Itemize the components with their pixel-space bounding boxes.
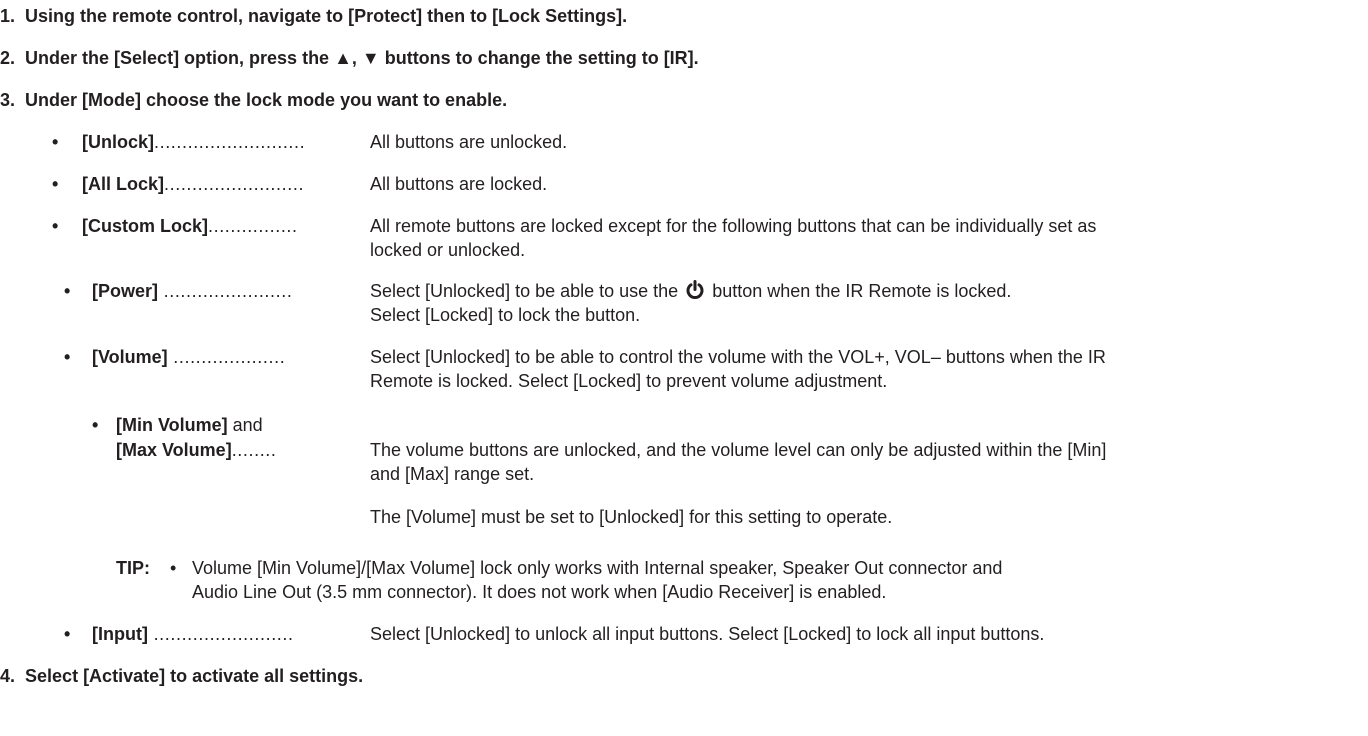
option-min-volume-term: [Min Volume] and: [116, 415, 263, 435]
mode-custom-lock-desc-1: All remote buttons are locked except for…: [370, 216, 1097, 236]
tip-bullet: •: [170, 558, 177, 578]
tip-label: TIP:: [116, 558, 150, 578]
mode-unlock-term: [Unlock]...........................: [82, 132, 306, 152]
bullet-min-max-volume: •: [92, 415, 99, 435]
step-4: 4. Select [Activate] to activate all set…: [0, 666, 364, 686]
option-power-desc-2: Select [Locked] to lock the button.: [370, 305, 641, 325]
bullet-power: •: [64, 281, 71, 301]
bullet-input: •: [64, 624, 71, 644]
bullet-all-lock: •: [52, 174, 59, 194]
option-min-max-desc-1: The volume buttons are unlocked, and the…: [370, 440, 1107, 460]
power-icon: [685, 280, 705, 306]
tip-text-1: Volume [Min Volume]/[Max Volume] lock on…: [192, 558, 1003, 578]
bullet-volume: •: [64, 347, 71, 367]
tip-text-2: Audio Line Out (3.5 mm connector). It do…: [192, 582, 887, 602]
option-volume-desc-1: Select [Unlocked] to be able to control …: [370, 347, 1106, 367]
mode-custom-lock-desc-2: locked or unlocked.: [370, 240, 526, 260]
mode-unlock-desc: All buttons are unlocked.: [370, 132, 568, 152]
option-min-max-note: The [Volume] must be set to [Unlocked] f…: [370, 507, 893, 527]
step-1: 1. Using the remote control, navigate to…: [0, 6, 628, 26]
bullet-custom-lock: •: [52, 216, 59, 236]
option-power-term: [Power] .......................: [92, 281, 293, 301]
mode-all-lock-term: [All Lock].........................: [82, 174, 305, 194]
mode-all-lock-desc: All buttons are locked.: [370, 174, 548, 194]
option-volume-desc-2: Remote is locked. Select [Locked] to pre…: [370, 371, 888, 391]
document-page: { "steps": [ {"num": "1.", "text": "Usin…: [0, 0, 1368, 736]
bullet-unlock: •: [52, 132, 59, 152]
step-3: 3. Under [Mode] choose the lock mode you…: [0, 90, 508, 110]
option-volume-term: [Volume] ....................: [92, 347, 286, 367]
option-min-max-desc-2: and [Max] range set.: [370, 464, 535, 484]
option-input-term: [Input] .........................: [92, 624, 294, 644]
mode-custom-lock-term: [Custom Lock]................: [82, 216, 298, 236]
option-max-volume-term: [Max Volume]........: [116, 440, 277, 460]
option-input-desc: Select [Unlocked] to unlock all input bu…: [370, 624, 1045, 644]
option-power-desc-1: Select [Unlocked] to be able to use the …: [370, 279, 1011, 306]
step-2: 2. Under the [Select] option, press the …: [0, 48, 699, 68]
